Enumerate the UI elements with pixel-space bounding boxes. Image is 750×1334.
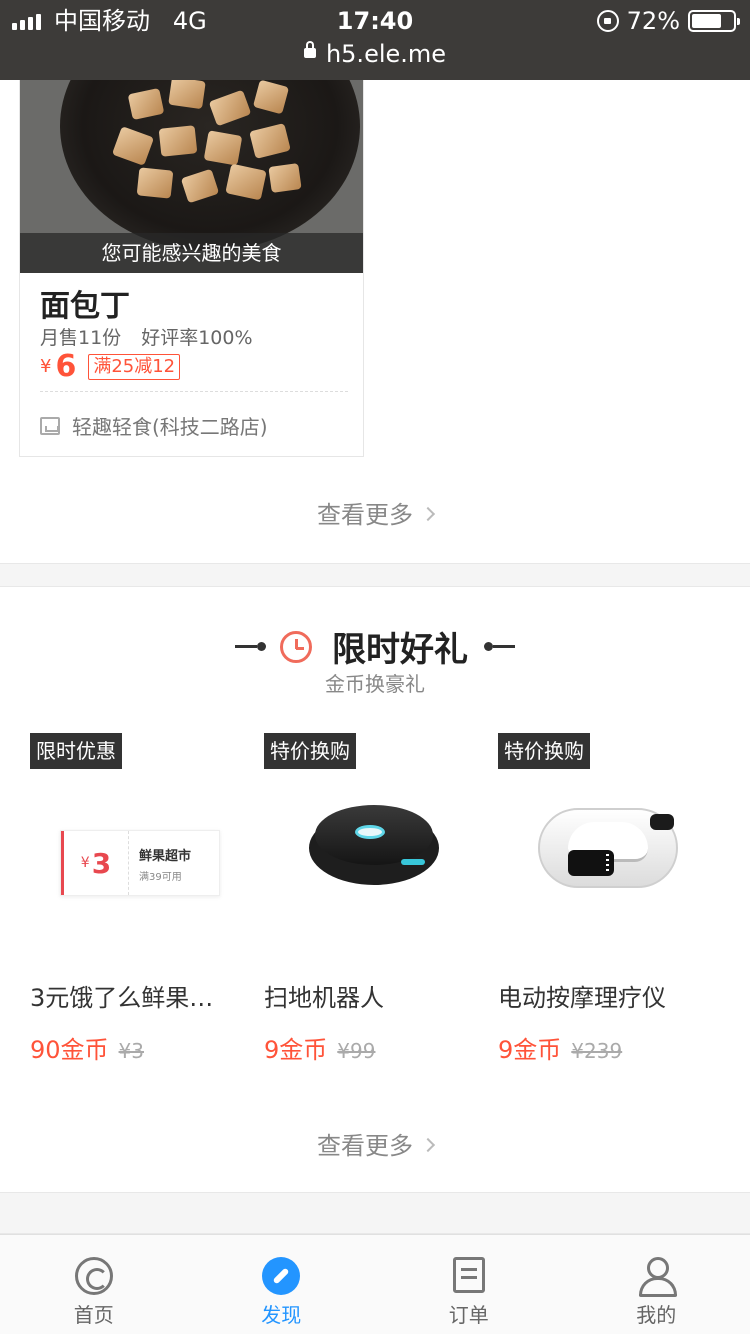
gift-item[interactable]: 特价换购 电动按摩理疗仪 9金币 ¥239	[498, 733, 708, 1065]
promo-badge: 满25减12	[88, 353, 181, 380]
gift-tag: 限时优惠	[30, 733, 122, 769]
coupon-condition: 满39可用	[139, 872, 182, 883]
more-link-food[interactable]: 查看更多	[0, 495, 750, 530]
original-price: ¥239	[571, 1039, 623, 1063]
tab-me[interactable]: 我的	[563, 1235, 750, 1334]
gift-tag: 特价换购	[498, 733, 590, 769]
tab-home[interactable]: 首页	[0, 1235, 188, 1334]
gift-name: 电动按摩理疗仪	[498, 984, 666, 1012]
coupon-image: ¥3 鲜果超市 满39可用	[30, 783, 240, 963]
more-link-gifts[interactable]: 查看更多	[0, 1126, 750, 1161]
coupon-currency: ¥	[80, 855, 90, 871]
section-title: 限时好礼	[332, 630, 468, 670]
user-icon	[637, 1257, 678, 1297]
gift-tag: 特价换购	[264, 733, 356, 769]
original-price: ¥3	[118, 1039, 144, 1063]
home-icon	[74, 1257, 113, 1295]
gift-name: 3元饿了么鲜果…	[30, 984, 214, 1012]
tab-label: 订单	[448, 1303, 489, 1327]
section-header: 限时好礼	[0, 622, 750, 671]
currency-symbol: ¥	[40, 356, 52, 377]
battery-icon	[688, 10, 740, 32]
coin-price: 9金币	[498, 1036, 562, 1064]
padlock-icon	[303, 41, 316, 58]
shop-row[interactable]: 轻趣轻食(科技二路店)	[40, 411, 268, 440]
rating: 好评率100%	[141, 327, 253, 349]
original-price: ¥99	[337, 1039, 376, 1063]
food-price: 6	[55, 349, 77, 384]
food-image: 您可能感兴趣的美食	[20, 61, 363, 273]
section-subtitle: 金币换豪礼	[325, 672, 425, 696]
robot-vacuum-image	[264, 783, 474, 963]
gift-item[interactable]: 特价换购 扫地机器人 9金币 ¥99	[264, 733, 474, 1065]
recommend-overlay: 您可能感兴趣的美食	[20, 233, 363, 273]
tab-bar: 首页 发现 订单 我的	[0, 1234, 750, 1334]
order-icon	[452, 1257, 485, 1293]
address-bar[interactable]: h5.ele.me	[0, 38, 750, 70]
store-icon	[40, 416, 60, 435]
coupon-store: 鲜果超市	[139, 849, 192, 864]
coin-price: 90金币	[30, 1036, 109, 1064]
rotation-lock-icon	[596, 10, 619, 32]
status-bar: 中国移动 4G 17:40 72% h5.ele.me	[0, 0, 750, 80]
tab-label: 我的	[636, 1303, 677, 1327]
gift-name: 扫地机器人	[264, 984, 384, 1012]
tab-label: 首页	[73, 1303, 114, 1327]
gift-price: 90金币 ¥3	[30, 1030, 144, 1065]
compass-icon	[262, 1257, 301, 1295]
url-text: h5.ele.me	[325, 40, 447, 68]
gift-item[interactable]: 限时优惠 ¥3 鲜果超市 满39可用 3元饿了么鲜果… 90金币 ¥3	[30, 733, 240, 1065]
alarm-clock-icon	[280, 630, 312, 663]
monthly-sales: 月售11份	[40, 327, 122, 349]
shop-name: 轻趣轻食(科技二路店)	[72, 415, 268, 439]
gift-price: 9金币 ¥239	[498, 1030, 622, 1065]
food-meta: 月售11份 好评率100%	[40, 323, 253, 350]
section-gap	[0, 1192, 750, 1234]
decor-right	[484, 642, 515, 651]
food-name: 面包丁	[40, 289, 130, 324]
decor-left	[235, 642, 266, 651]
tab-orders[interactable]: 订单	[375, 1235, 563, 1334]
section-gap	[0, 563, 750, 587]
coin-price: 9金币	[264, 1036, 328, 1064]
tab-label: 发现	[261, 1303, 302, 1327]
chevron-right-icon	[420, 506, 436, 522]
massager-image	[498, 783, 708, 963]
gift-price: 9金币 ¥99	[264, 1030, 375, 1065]
price-row: ¥ 6 满25减12	[40, 349, 181, 384]
coupon-value: 3	[91, 846, 112, 880]
tab-discover[interactable]: 发现	[188, 1235, 376, 1334]
food-card[interactable]: 您可能感兴趣的美食 面包丁 月售11份 好评率100% ¥ 6 满25减12 轻趣…	[19, 60, 364, 457]
divider	[40, 391, 348, 392]
battery-percent: 72%	[626, 7, 680, 35]
chevron-right-icon	[420, 1137, 436, 1153]
